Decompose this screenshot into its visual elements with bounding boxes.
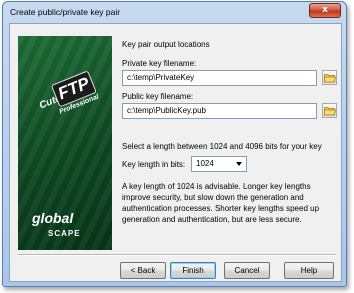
key-length-label: Key length in bits: [122,160,186,169]
chevron-down-icon [236,162,242,166]
section-title: Key pair output locations [122,40,210,49]
dialog-body: Cute FTP Professional global SCAPE Key p… [9,23,342,282]
key-length-description: A key length of 1024 is advisable. Longe… [122,182,320,224]
window-title: Create public/private key pair [10,7,121,17]
folder-icon [324,74,336,83]
globalscape-logo: global SCAPE [28,210,104,244]
folder-icon [324,107,336,116]
company-name-bottom: SCAPE [48,229,81,238]
cancel-button[interactable]: Cancel [224,262,270,279]
key-length-value: 1024 [196,159,214,168]
dialog-window: Create public/private key pair x Cute FT… [2,1,347,287]
public-key-label: Public key filename: [122,92,194,101]
key-length-instruction: Select a length between 1024 and 4096 bi… [122,142,322,151]
back-button[interactable]: < Back [120,262,166,279]
company-name-top: global [32,210,74,226]
private-key-input[interactable]: c:\temp\PrivateKey [122,70,317,86]
button-divider [18,254,336,256]
public-key-input[interactable]: c:\temp\PublicKey.pub [122,103,317,119]
key-length-select[interactable]: 1024 [191,156,247,172]
product-banner: Cute FTP Professional global SCAPE [18,36,112,250]
close-button[interactable]: x [309,3,341,18]
finish-button[interactable]: Finish [170,262,216,279]
private-key-browse-button[interactable] [322,70,337,85]
help-button[interactable]: Help [284,262,334,279]
title-bar[interactable]: Create public/private key pair x [3,2,346,22]
close-icon: x [322,5,328,15]
private-key-label: Private key filename: [122,59,197,68]
public-key-browse-button[interactable] [322,103,337,118]
